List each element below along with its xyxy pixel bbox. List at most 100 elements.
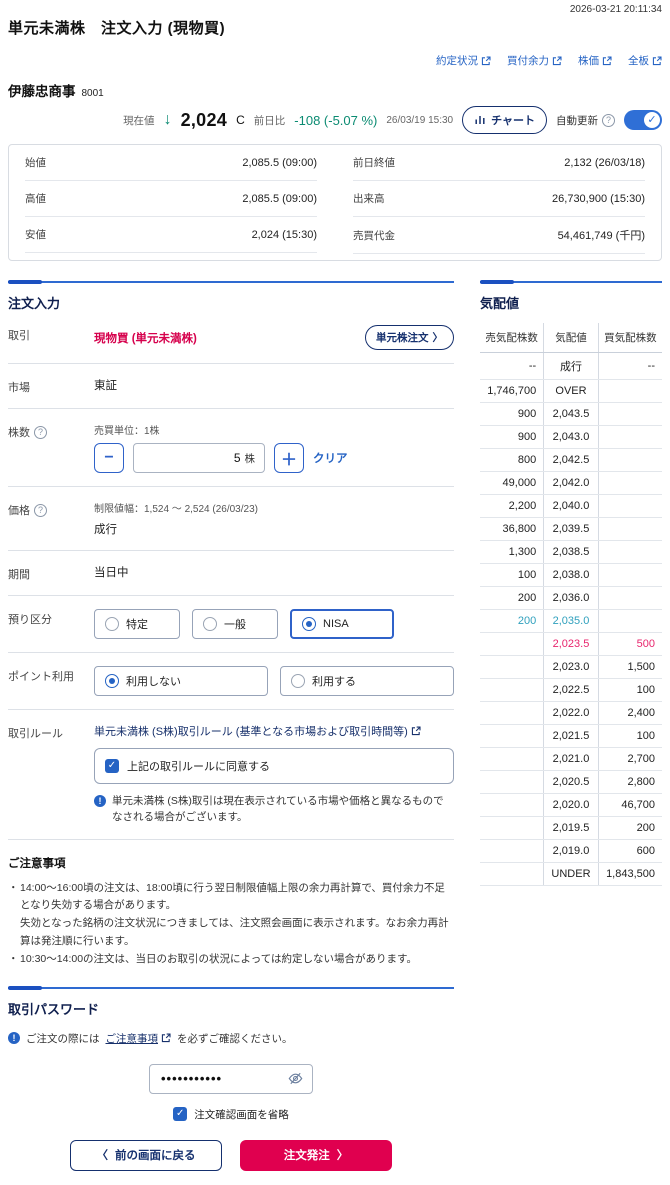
price-header: 気配値: [543, 323, 599, 353]
quote-row: UNDER 1,843,500: [480, 862, 662, 886]
change-label: 前日比: [253, 114, 286, 127]
notes-title: ご注意事項: [8, 857, 66, 870]
radio-point-use[interactable]: 利用する: [280, 666, 454, 696]
market-order-value: 成行: [94, 524, 117, 536]
checkbox-checked-icon[interactable]: ✓: [105, 759, 119, 773]
back-button[interactable]: 〈 前の画面に戻る: [70, 1139, 222, 1171]
quote-table: 売気配株数 気配値 買気配株数 -- 成行 -- 1,746,700 OVER 900…: [480, 323, 662, 886]
external-link-icon: [481, 56, 491, 66]
radio-account-nisa[interactable]: NISA: [290, 609, 394, 639]
period-label: 期間: [8, 569, 30, 581]
radio-account-ippan[interactable]: 一般: [192, 609, 278, 639]
period-value: 当日中: [94, 567, 129, 579]
low-value: 2,024 (15:30): [251, 228, 317, 241]
quantity-minus-button[interactable]: −: [94, 443, 124, 473]
radio-selected-icon: [302, 617, 316, 631]
submit-order-button[interactable]: 注文発注 〉: [240, 1139, 392, 1171]
turnover-value: 54,461,749 (千円): [557, 230, 645, 242]
quote-row: 2,019.5 200: [480, 816, 662, 840]
link-stock-price[interactable]: 株価: [578, 53, 612, 68]
chevron-left-icon: 〈: [96, 1150, 109, 1163]
quantity-plus-button[interactable]: ＋: [274, 443, 304, 473]
radio-point-not-use[interactable]: 利用しない: [94, 666, 268, 696]
summary-left-column: 始値 2,085.5 (09:00) 高値 2,085.5 (09:00) 安値…: [25, 145, 317, 254]
summary-prev-close-row: 前日終値 2,132 (26/03/18): [353, 145, 645, 181]
stock-name: 伊藤忠商事: [8, 84, 76, 99]
price-change: -108 (-5.07 %): [294, 112, 378, 128]
current-price-label: 現在値: [123, 114, 155, 127]
unit-note: 売買単位：1株: [94, 426, 160, 437]
market-label: 市場: [8, 382, 30, 394]
plus-icon: ＋: [281, 452, 298, 469]
open-value: 2,085.5 (09:00): [242, 156, 317, 169]
market-row: 市場 東証: [8, 364, 454, 409]
link-full-board[interactable]: 全板: [628, 53, 662, 68]
turnover-label: 売買代金: [353, 229, 395, 242]
quantity-input[interactable]: 5 株: [133, 443, 265, 473]
quote-row: 1,746,700 OVER: [480, 379, 662, 403]
unit-share-order-button[interactable]: 単元株注文 〉: [365, 325, 454, 350]
quote-row: 800 2,042.5: [480, 448, 662, 472]
quote-row: 2,200 2,040.0: [480, 494, 662, 518]
order-entry-page: 2026-03-21 20:11:34 単元未満株 注文入力 (現物買) 約定状…: [0, 0, 670, 1185]
limit-range-note: 制限値幅：1,524 ～ 2,524 (26/03/23): [94, 504, 258, 515]
chevron-right-icon: 〉: [432, 332, 444, 344]
summary-volume-row: 出来高 26,730,900 (15:30): [353, 181, 645, 217]
caution-link[interactable]: ご注意事項: [106, 1031, 172, 1046]
eye-off-icon[interactable]: [288, 1071, 303, 1086]
quote-time: 26/03/19 15:30: [386, 114, 454, 126]
help-icon[interactable]: ?: [34, 425, 47, 439]
agree-rule-label: 上記の取引ルールに同意する: [127, 761, 270, 773]
external-link-icon: [552, 56, 562, 66]
auto-update-label-group: 自動更新 ?: [556, 113, 615, 128]
quantity-stepper: − 5 株 ＋ クリア: [94, 443, 454, 473]
link-buying-power[interactable]: 買付余力: [507, 53, 562, 68]
quote-row: -- 成行 --: [480, 352, 662, 380]
point-use-label: ポイント利用: [8, 671, 74, 683]
quote-row: 2,021.5 100: [480, 724, 662, 748]
quote-section-title: 気配値: [480, 296, 520, 311]
quote-row: 900 2,043.5: [480, 402, 662, 426]
external-link-icon: [161, 1033, 171, 1043]
market-value: 東証: [94, 380, 117, 392]
prev-close-label: 前日終値: [353, 157, 395, 169]
notes-list: 14:00～16:00頃の注文は、18:00頃に行う翌日制限値幅上限の余力再計算…: [8, 880, 454, 969]
high-label: 高値: [25, 193, 46, 205]
trading-rule-link[interactable]: 単元未満株 (S株)取引ルール (基準となる市場および取引時間等): [94, 723, 421, 739]
quantity-label-group: 株数 ?: [8, 422, 94, 440]
agree-rule-box[interactable]: ✓ 上記の取引ルールに同意する: [94, 748, 454, 784]
page-title: 単元未満株 注文入力 (現物買): [8, 20, 226, 37]
order-section-title: 注文入力: [8, 296, 61, 311]
quote-section-header: 気配値: [480, 280, 662, 312]
price-down-arrow-icon: ↓: [163, 111, 172, 128]
radio-icon: [105, 617, 119, 631]
price-row-form: 価格 ? 制限値幅：1,524 ～ 2,524 (26/03/23) 成行: [8, 487, 454, 551]
summary-right-column: 前日終値 2,132 (26/03/18) 出来高 26,730,900 (15…: [353, 145, 645, 254]
radio-icon: [291, 674, 305, 688]
quote-header-row: 売気配株数 気配値 買気配株数: [480, 323, 662, 353]
radio-account-tokutei[interactable]: 特定: [94, 609, 180, 639]
note-item: 10:30～14:00の注文は、当日のお取引の状況によっては約定しない場合があり…: [8, 951, 454, 969]
quote-row: 2,020.0 46,700: [480, 793, 662, 817]
order-section-header: 注文入力: [8, 280, 454, 312]
price-label-group: 価格 ?: [8, 500, 94, 518]
clear-button[interactable]: クリア: [313, 450, 348, 466]
page-timestamp: 2026-03-21 20:11:34: [569, 4, 662, 15]
help-icon[interactable]: ?: [602, 113, 615, 127]
password-field-wrap: [149, 1063, 313, 1094]
trade-value: 現物買 (単元未満株): [94, 332, 197, 345]
radio-selected-icon: [105, 674, 119, 688]
note-item-continuation: 失効となった銘柄の注文状況につきましては、注文照会画面に表示されます。なお余力再…: [20, 917, 449, 948]
open-label: 始値: [25, 157, 46, 169]
auto-update-toggle[interactable]: ✓: [624, 110, 662, 130]
password-section-title: 取引パスワード: [8, 1001, 100, 1017]
skip-confirm-row[interactable]: ✓ 注文確認画面を省略: [8, 1107, 454, 1122]
quote-row: 900 2,043.0: [480, 425, 662, 449]
quote-board-column: 気配値 売気配株数 気配値 買気配株数 -- 成行 -- 1,746,700 OVER…: [480, 280, 662, 886]
password-note: ! ご注文の際には ご注意事項 を必ずご確認ください。: [8, 1031, 454, 1046]
password-input[interactable]: [159, 1070, 288, 1088]
link-executions[interactable]: 約定状況: [436, 53, 491, 68]
checkbox-checked-icon[interactable]: ✓: [173, 1107, 188, 1122]
help-icon[interactable]: ?: [34, 503, 47, 517]
chart-button[interactable]: チャート: [462, 106, 547, 134]
